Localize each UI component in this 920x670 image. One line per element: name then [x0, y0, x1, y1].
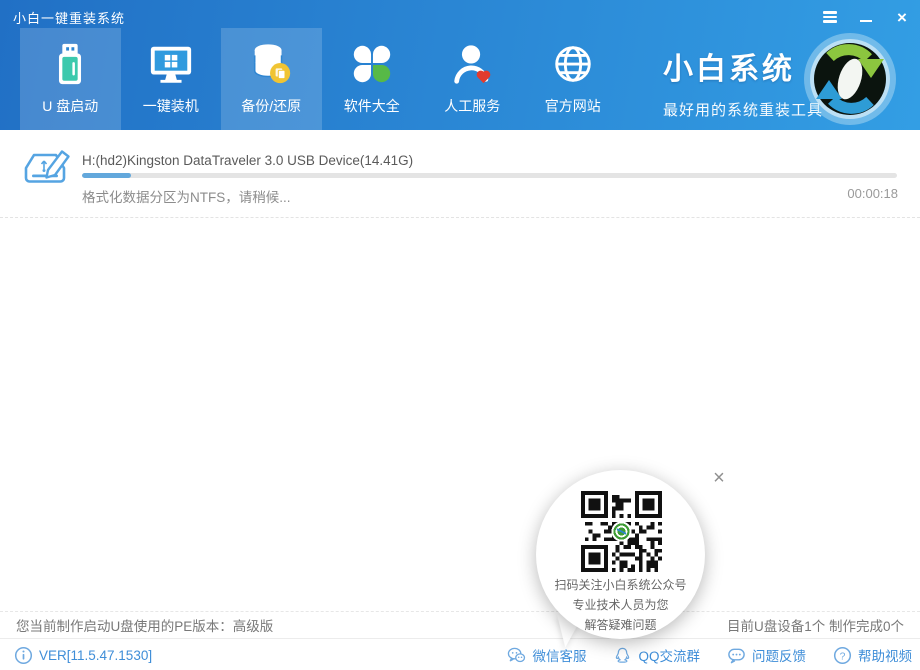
app-window: 小白一键重装系统 × — [0, 0, 920, 670]
version-info[interactable]: VER[11.5.47.1530] — [14, 639, 152, 670]
info-icon — [14, 646, 33, 665]
usb-burning-icon — [17, 147, 73, 197]
main-content-area — [0, 219, 920, 611]
brand-name: 小白系统 — [663, 44, 823, 88]
footer-link-label: 问题反馈 — [752, 645, 806, 665]
close-icon[interactable]: × — [890, 8, 914, 26]
popup-text: 扫码关注小白系统公众号 专业技术人员为您 解答疑难问题 — [531, 575, 710, 635]
footer: VER[11.5.47.1530] 微信客服 QQ交流群 — [0, 638, 920, 670]
tab-usb-boot[interactable]: U 盘启动 — [20, 28, 121, 130]
window-controls: × — [818, 8, 914, 26]
popup-line-1: 扫码关注小白系统公众号 — [531, 575, 710, 595]
popup-close-icon[interactable]: × — [707, 466, 731, 490]
brand-logo-icon — [802, 31, 898, 127]
software-clover-icon — [349, 41, 395, 87]
popup-line-3: 解答疑难问题 — [531, 615, 710, 635]
wechat-support-link[interactable]: 微信客服 — [507, 645, 586, 665]
popup-line-2: 专业技术人员为您 — [531, 595, 710, 615]
feedback-bubble-icon — [727, 646, 746, 665]
footer-link-label: 帮助视频 — [858, 645, 912, 665]
tab-backup-restore[interactable]: 备份/还原 — [221, 28, 322, 130]
tab-official-website[interactable]: 官方网站 — [523, 28, 624, 130]
header: 小白一键重装系统 × — [0, 0, 920, 130]
footer-link-label: QQ交流群 — [638, 645, 700, 665]
version-label: VER[11.5.47.1530] — [39, 648, 152, 663]
human-service-icon — [449, 41, 495, 87]
menu-icon[interactable] — [818, 8, 842, 26]
tab-label: 人工服务 — [444, 96, 500, 116]
tab-one-key-install[interactable]: 一键装机 — [121, 28, 222, 130]
minimize-icon[interactable] — [854, 8, 878, 26]
main-nav: U 盘启动 一键装机 — [20, 28, 623, 130]
qq-icon — [613, 646, 632, 665]
elapsed-timer: 00:00:18 — [847, 186, 898, 201]
brand-block: 小白系统 最好用的系统重装工具 — [663, 44, 823, 120]
feedback-link[interactable]: 问题反馈 — [727, 645, 806, 665]
tab-human-service[interactable]: 人工服务 — [422, 28, 523, 130]
progress-section: H:(hd2)Kingston DataTraveler 3.0 USB Dev… — [0, 130, 920, 218]
device-name: H:(hd2)Kingston DataTraveler 3.0 USB Dev… — [82, 153, 413, 168]
tab-label: U 盘启动 — [42, 96, 98, 116]
svg-text:?: ? — [840, 651, 846, 662]
tab-label: 一键装机 — [143, 96, 199, 116]
pe-version-status: 您当前制作启动U盘使用的PE版本：高级版 — [16, 615, 273, 635]
tab-label: 官方网站 — [545, 96, 601, 116]
qq-group-link[interactable]: QQ交流群 — [613, 645, 700, 665]
footer-link-label: 微信客服 — [532, 645, 586, 665]
app-title: 小白一键重装系统 — [13, 8, 125, 27]
usb-drive-icon — [47, 41, 93, 87]
backup-restore-icon — [248, 41, 294, 87]
titlebar: 小白一键重装系统 × — [0, 0, 920, 30]
progress-fill — [82, 173, 131, 178]
help-circle-icon: ? — [833, 646, 852, 665]
qr-code — [581, 491, 662, 572]
tab-label: 软件大全 — [344, 96, 400, 116]
progress-bar — [82, 173, 897, 178]
tab-label: 备份/还原 — [241, 96, 301, 116]
brand-tagline: 最好用的系统重装工具 — [663, 99, 823, 120]
wechat-icon — [507, 646, 526, 665]
statusbar: 您当前制作启动U盘使用的PE版本：高级版 目前U盘设备1个 制作完成0个 — [0, 611, 920, 638]
usb-device-status: 目前U盘设备1个 制作完成0个 — [727, 615, 904, 635]
globe-icon — [550, 41, 596, 87]
progress-status: 格式化数据分区为NTFS，请稍候... — [82, 186, 291, 206]
tab-software[interactable]: 软件大全 — [322, 28, 423, 130]
help-video-link[interactable]: ? 帮助视频 — [833, 645, 912, 665]
monitor-install-icon — [148, 41, 194, 87]
